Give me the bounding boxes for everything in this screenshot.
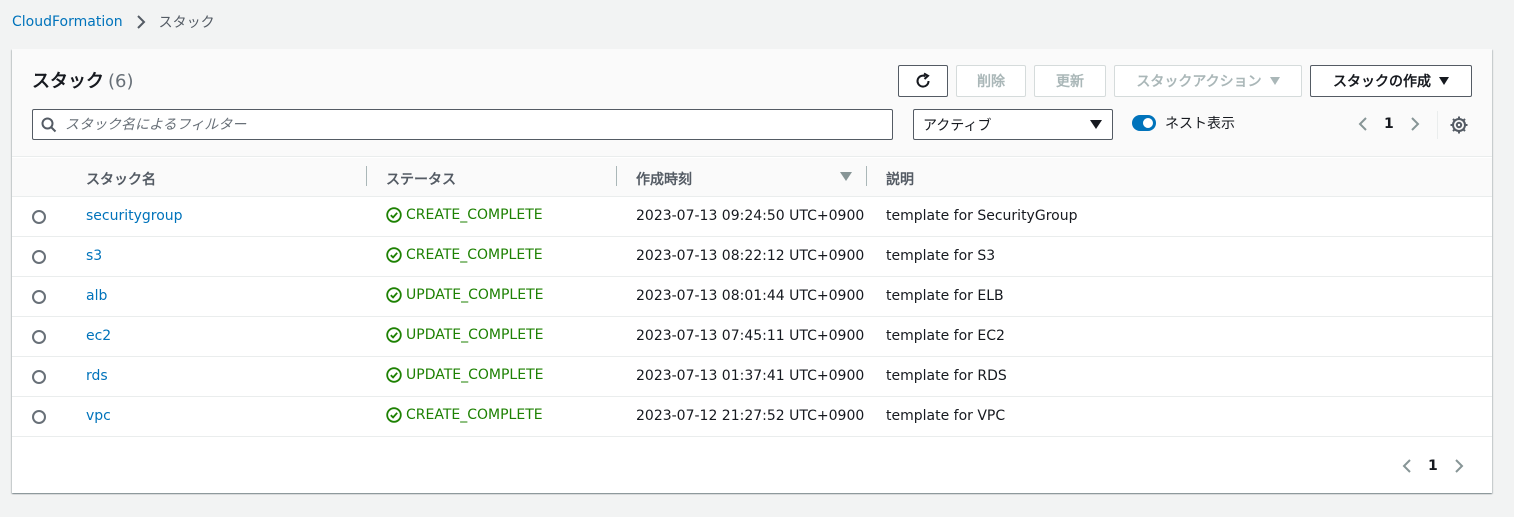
- title-text: スタック: [32, 71, 104, 92]
- stack-name-link[interactable]: alb: [86, 288, 107, 304]
- created-time: 2023-07-12 21:27:52 UTC+0900: [636, 408, 865, 424]
- caret-down-icon: [1269, 77, 1280, 85]
- check-circle-icon: [386, 247, 402, 263]
- nested-view-toggle[interactable]: ネスト表示: [1132, 113, 1235, 133]
- check-circle-icon: [386, 407, 402, 423]
- table-row[interactable]: alb UPDATE_COMPLETE 2023-07-13 08:01:44 UT…: [12, 277, 1492, 317]
- page-title: スタック (6): [32, 67, 134, 93]
- caret-down-icon: [1439, 77, 1449, 85]
- breadcrumb-current: スタック: [158, 15, 215, 31]
- created-time: 2023-07-13 01:37:41 UTC+0900: [636, 368, 865, 384]
- pagination-bottom: 1: [1400, 457, 1466, 475]
- status-cell: UPDATE_COMPLETE: [386, 327, 543, 343]
- column-header-stack-name[interactable]: スタック名: [86, 169, 156, 189]
- stack-name-link[interactable]: s3: [86, 248, 102, 264]
- table-row[interactable]: rds UPDATE_COMPLETE 2023-07-13 01:37:41 UT…: [12, 357, 1492, 397]
- create-stack-label: スタックの作成: [1333, 74, 1431, 90]
- stacks-panel: スタック (6) 削除 更新 スタックアクション スタックの作成 スタック名によ…: [12, 49, 1492, 493]
- status-cell: UPDATE_COMPLETE: [386, 287, 543, 303]
- breadcrumb: CloudFormation スタック: [12, 12, 215, 32]
- page-number[interactable]: 1: [1428, 458, 1438, 474]
- status-filter-value: アクティブ: [923, 117, 992, 134]
- chevron-right-icon[interactable]: [1408, 115, 1422, 133]
- search-icon: [41, 117, 57, 132]
- status-cell: CREATE_COMPLETE: [386, 407, 543, 423]
- description: template for S3: [886, 248, 996, 264]
- status-text: CREATE_COMPLETE: [406, 247, 543, 263]
- stack-actions-label: スタックアクション: [1136, 74, 1262, 90]
- row-select-radio[interactable]: [32, 290, 46, 304]
- status-cell: UPDATE_COMPLETE: [386, 367, 543, 383]
- stack-name-link[interactable]: vpc: [86, 408, 111, 424]
- description: template for EC2: [886, 328, 1005, 344]
- column-divider[interactable]: [366, 166, 367, 186]
- table-row[interactable]: s3 CREATE_COMPLETE 2023-07-13 08:22:12 UTC…: [12, 237, 1492, 277]
- status-text: UPDATE_COMPLETE: [406, 367, 544, 383]
- check-circle-icon: [386, 207, 402, 223]
- status-text: UPDATE_COMPLETE: [406, 287, 544, 303]
- column-header-created[interactable]: 作成時刻: [636, 169, 692, 189]
- stack-name-link[interactable]: rds: [86, 368, 108, 384]
- panel-header: スタック (6) 削除 更新 スタックアクション スタックの作成 スタック名によ…: [12, 49, 1492, 157]
- created-time: 2023-07-13 07:45:11 UTC+0900: [636, 328, 865, 344]
- delete-button-label: 削除: [977, 74, 1005, 90]
- caret-down-icon: [1090, 120, 1102, 129]
- description: template for VPC: [886, 408, 1006, 424]
- stack-name-link[interactable]: ec2: [86, 328, 111, 344]
- row-select-radio[interactable]: [32, 250, 46, 264]
- gear-icon[interactable]: [1450, 116, 1468, 134]
- status-cell: CREATE_COMPLETE: [386, 207, 543, 223]
- search-field[interactable]: [32, 109, 893, 140]
- row-select-radio[interactable]: [32, 210, 46, 224]
- stack-name-link[interactable]: securitygroup: [86, 208, 183, 224]
- breadcrumb-cloudformation-link[interactable]: CloudFormation: [12, 14, 123, 30]
- page-number[interactable]: 1: [1384, 116, 1394, 132]
- created-time: 2023-07-13 09:24:50 UTC+0900: [636, 208, 865, 224]
- refresh-button[interactable]: [898, 65, 948, 97]
- sort-descending-icon[interactable]: [840, 172, 852, 181]
- search-input[interactable]: [65, 116, 865, 133]
- create-stack-button[interactable]: スタックの作成: [1310, 65, 1472, 97]
- status-text: UPDATE_COMPLETE: [406, 327, 544, 343]
- table-row[interactable]: vpc CREATE_COMPLETE 2023-07-12 21:27:52 UT…: [12, 397, 1492, 437]
- refresh-icon: [916, 72, 930, 88]
- table-header: スタック名 ステータス 作成時刻 説明: [12, 158, 1492, 197]
- chevron-right-icon[interactable]: [1452, 457, 1466, 475]
- delete-button[interactable]: 削除: [956, 65, 1026, 97]
- status-text: CREATE_COMPLETE: [406, 207, 543, 223]
- chevron-left-icon[interactable]: [1356, 115, 1370, 133]
- column-divider[interactable]: [616, 166, 617, 186]
- check-circle-icon: [386, 287, 402, 303]
- column-header-description[interactable]: 説明: [886, 169, 914, 189]
- column-header-status[interactable]: ステータス: [386, 169, 456, 189]
- divider: [1437, 111, 1438, 139]
- chevron-left-icon[interactable]: [1400, 457, 1414, 475]
- row-select-radio[interactable]: [32, 410, 46, 424]
- column-divider[interactable]: [866, 166, 867, 186]
- update-button-label: 更新: [1056, 74, 1084, 90]
- update-button[interactable]: 更新: [1034, 65, 1106, 97]
- nested-view-label: ネスト表示: [1165, 116, 1235, 132]
- row-select-radio[interactable]: [32, 330, 46, 344]
- chevron-right-icon: [133, 14, 149, 30]
- row-select-radio[interactable]: [32, 370, 46, 384]
- toggle-switch[interactable]: [1132, 115, 1156, 131]
- description: template for RDS: [886, 368, 1007, 384]
- table-row[interactable]: securitygroup CREATE_COMPLETE 2023-07-13 0…: [12, 197, 1492, 237]
- stack-count: (6): [108, 71, 134, 92]
- stack-actions-button[interactable]: スタックアクション: [1114, 65, 1302, 97]
- check-circle-icon: [386, 327, 402, 343]
- status-filter-select[interactable]: アクティブ: [913, 109, 1113, 140]
- description: template for ELB: [886, 288, 1004, 304]
- pagination-top: 1: [1356, 115, 1422, 133]
- description: template for SecurityGroup: [886, 208, 1078, 224]
- check-circle-icon: [386, 367, 402, 383]
- status-cell: CREATE_COMPLETE: [386, 247, 543, 263]
- created-time: 2023-07-13 08:22:12 UTC+0900: [636, 248, 865, 264]
- table-row[interactable]: ec2 UPDATE_COMPLETE 2023-07-13 07:45:11 UT…: [12, 317, 1492, 357]
- created-time: 2023-07-13 08:01:44 UTC+0900: [636, 288, 865, 304]
- status-text: CREATE_COMPLETE: [406, 407, 543, 423]
